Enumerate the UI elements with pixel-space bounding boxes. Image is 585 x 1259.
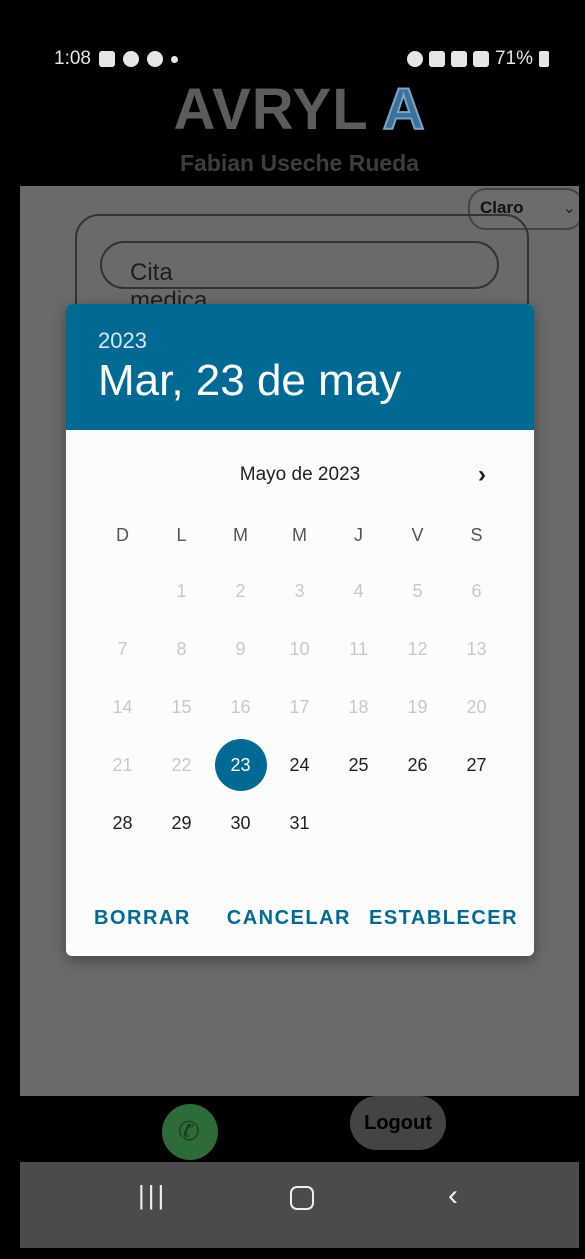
brand-name: AVRYL (173, 77, 368, 142)
chevron-right-icon[interactable]: › (478, 461, 486, 489)
day-cell: 10 (289, 638, 310, 659)
calendar-week: 7 8 9 10 11 12 13 (93, 620, 534, 678)
day-cell[interactable]: 26 (388, 755, 447, 776)
chrome-icon (146, 51, 163, 67)
day-cell[interactable]: 28 (93, 813, 152, 834)
logout-button[interactable]: Logout (350, 1096, 446, 1150)
day-cell[interactable]: 31 (270, 813, 329, 834)
day-cell: 18 (348, 696, 369, 717)
weekday-label: L (176, 525, 187, 545)
day-cell: 14 (112, 696, 133, 717)
day-cell: 5 (412, 580, 423, 601)
brand-title: AVRYL A (20, 76, 579, 143)
calendar-week: 28 29 30 31 (93, 794, 534, 852)
day-cell: 3 (294, 580, 305, 601)
set-button[interactable]: ESTABLECER (363, 906, 524, 931)
day-cell: 2 (235, 580, 246, 601)
selected-date: Mar, 23 de may (98, 356, 402, 405)
phone-screen: 1:08 71% AVRYL A Fabian Useche Rueda Cla… (20, 16, 579, 1248)
date-picker-header: 2023 Mar, 23 de may (66, 304, 534, 430)
day-cell: 19 (407, 696, 428, 717)
calendar-week: 14 15 16 17 18 19 20 (93, 678, 534, 736)
day-cell: 15 (171, 696, 192, 717)
day-cell: 20 (466, 696, 487, 717)
wifi-icon (450, 51, 467, 67)
app-footer (20, 1096, 579, 1162)
signal-icon (472, 51, 489, 67)
home-icon[interactable] (290, 1186, 314, 1210)
calendar-week: 1 2 3 4 5 6 (93, 562, 534, 620)
recent-apps-icon[interactable]: ||| (138, 1180, 167, 1211)
day-cell: 16 (230, 696, 251, 717)
clock: 1:08 (54, 48, 91, 69)
back-icon[interactable]: ‹ (448, 1179, 458, 1213)
day-cell: 9 (235, 638, 246, 659)
day-cell: 11 (349, 638, 368, 659)
day-cell[interactable]: 29 (152, 813, 211, 834)
weekday-label: S (470, 525, 483, 545)
phone-icon: ✆ (178, 1116, 200, 1146)
day-cell: 17 (289, 696, 310, 717)
weekday-label: M (233, 525, 248, 545)
gallery-icon (98, 51, 115, 67)
whatsapp-icon[interactable]: ✆ (162, 1104, 218, 1160)
weekday-label: J (354, 525, 363, 545)
date-picker-dialog: 2023 Mar, 23 de may Mayo de 2023 › D L M… (66, 304, 534, 956)
day-cell[interactable]: 25 (329, 755, 388, 776)
day-cell: 7 (117, 638, 128, 659)
month-label[interactable]: Mayo de 2023 (66, 464, 534, 486)
battery-percent: 71% (494, 48, 533, 69)
day-cell: 13 (466, 638, 487, 659)
app-header: AVRYL A Fabian Useche Rueda (20, 72, 579, 186)
weekday-label: V (411, 525, 424, 545)
chrome-icon (122, 51, 139, 67)
day-cell: 22 (171, 754, 192, 775)
mute-icon (428, 51, 445, 67)
cancel-button[interactable]: CANCELAR (221, 906, 357, 931)
weekday-header: D L M M J V S (93, 525, 534, 546)
clear-button[interactable]: BORRAR (88, 906, 197, 931)
brand-logo-icon: A (382, 76, 426, 143)
day-cell: 21 (112, 754, 133, 775)
status-bar: 1:08 71% (20, 16, 579, 72)
day-cell: 12 (407, 638, 428, 659)
day-cell: 4 (353, 580, 364, 601)
selected-day[interactable]: 23 (214, 739, 267, 791)
day-cell-selected[interactable]: 23 (211, 739, 270, 791)
day-cell[interactable]: 24 (270, 755, 329, 776)
day-cell: 8 (176, 638, 187, 659)
day-cell: 6 (471, 580, 482, 601)
notification-dot-icon (170, 55, 178, 63)
day-cell[interactable]: 27 (447, 755, 506, 776)
event-title-input[interactable]: Cita medica (100, 241, 499, 314)
day-cell: 1 (176, 580, 187, 601)
weekday-label: D (116, 525, 129, 545)
selected-year[interactable]: 2023 (98, 328, 147, 354)
day-cell[interactable]: 30 (211, 813, 270, 834)
dropdown-chevron-icon: ⌄ (562, 200, 576, 217)
calendar-week: 21 22 23 24 25 26 27 (93, 736, 534, 794)
dialog-actions: BORRAR CANCELAR ESTABLECER (66, 906, 534, 931)
battery-icon (539, 51, 549, 67)
alarm-icon (406, 51, 423, 67)
weekday-label: M (292, 525, 307, 545)
calendar-grid: 1 2 3 4 5 6 7 8 9 10 11 12 13 14 15 16 1… (93, 562, 534, 852)
user-name: Fabian Useche Rueda (179, 150, 420, 176)
